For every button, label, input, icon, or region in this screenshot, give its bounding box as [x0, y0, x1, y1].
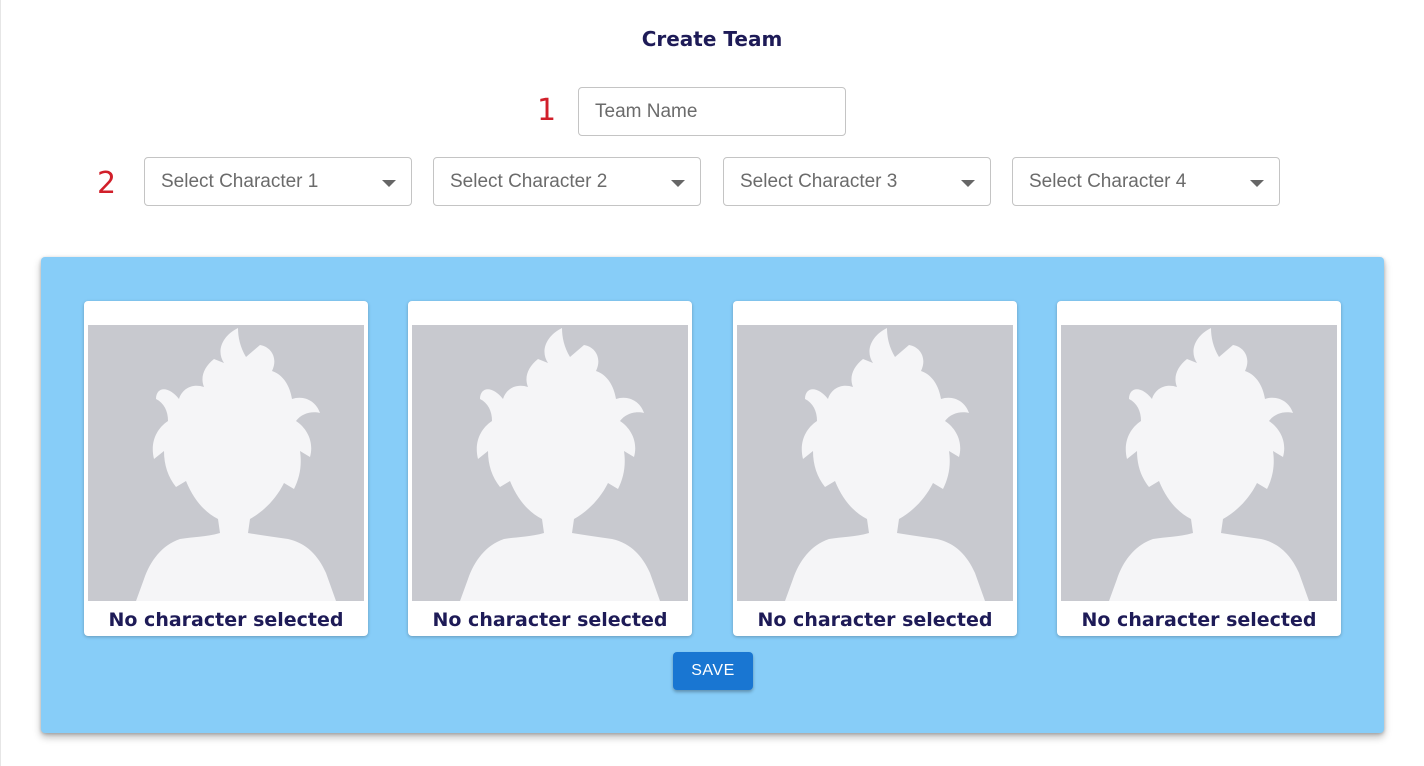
character-placeholder-image [1061, 325, 1337, 601]
dropdown-arrow-icon [382, 180, 396, 187]
character-silhouette-icon [460, 328, 660, 601]
character-select-2[interactable]: Select Character 2 [433, 157, 701, 206]
dropdown-arrow-icon [671, 180, 685, 187]
character-card-3: No character selected [733, 301, 1017, 636]
team-name-field[interactable] [578, 87, 846, 136]
character-card-4: No character selected [1057, 301, 1341, 636]
character-select-1[interactable]: Select Character 1 [144, 157, 412, 206]
dropdown-arrow-icon [961, 180, 975, 187]
character-silhouette-icon [1109, 328, 1309, 601]
page-left-border [0, 0, 1, 766]
character-card-2: No character selected [408, 301, 692, 636]
character-placeholder-image [88, 325, 364, 601]
character-card-caption: No character selected [757, 609, 993, 631]
character-select-label: Select Character 4 [1029, 171, 1187, 192]
character-silhouette-icon [785, 328, 985, 601]
character-card-caption: No character selected [432, 609, 668, 631]
character-card-caption: No character selected [108, 609, 344, 631]
character-card-caption: No character selected [1081, 609, 1317, 631]
character-card-1: No character selected [84, 301, 368, 636]
annotation-marker-2: 2 [97, 166, 117, 201]
character-select-label: Select Character 1 [161, 171, 319, 192]
character-placeholder-image [737, 325, 1013, 601]
annotation-marker-1: 1 [537, 93, 557, 128]
page-title: Create Team [641, 27, 783, 51]
character-silhouette-icon [136, 328, 336, 601]
team-name-input[interactable] [579, 88, 845, 135]
character-select-label: Select Character 2 [450, 171, 608, 192]
dropdown-arrow-icon [1250, 180, 1264, 187]
character-placeholder-image [412, 325, 688, 601]
save-button[interactable]: SAVE [673, 652, 753, 690]
character-select-3[interactable]: Select Character 3 [723, 157, 991, 206]
character-select-4[interactable]: Select Character 4 [1012, 157, 1280, 206]
character-select-label: Select Character 3 [740, 171, 898, 192]
